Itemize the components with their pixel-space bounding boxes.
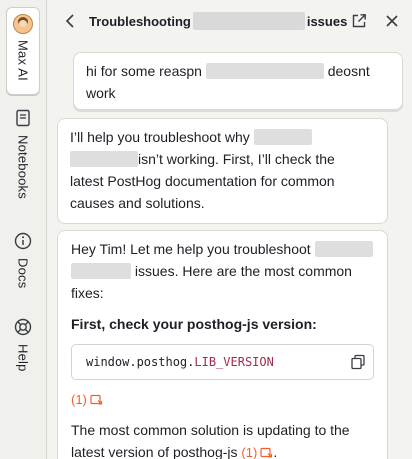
lifebuoy-icon <box>14 318 32 336</box>
message-text: deosnt <box>327 63 370 79</box>
open-external-button[interactable] <box>345 7 373 35</box>
info-icon <box>14 232 32 250</box>
message-line: latest PostHog documentation for common <box>70 173 335 189</box>
conversation-title: Troubleshooting issues <box>89 12 347 30</box>
message-text: latest version of posthog-js <box>71 444 238 459</box>
rail-tab-max-ai[interactable]: Max AI <box>6 7 40 95</box>
message-line: fixes: <box>71 285 104 301</box>
rail-label: Help <box>15 344 31 372</box>
message-text: issues. Here are the most common <box>134 263 352 279</box>
message-text: hi for some reaspn <box>86 63 202 79</box>
rail-label: Docs <box>15 258 31 289</box>
assistant-message: Hey Tim! Let me help you troubleshoot is… <box>57 230 388 459</box>
redacted-block <box>71 263 131 279</box>
citation-link[interactable]: (1) <box>241 442 273 459</box>
sidebar-rail: Max AI Notebooks Docs Help <box>0 0 47 459</box>
panel-header: Troubleshooting issues <box>48 0 412 42</box>
section-heading: First, check your posthog-js version: <box>71 316 317 332</box>
message-line: issues. Here are the most common <box>71 260 374 282</box>
message-line: Hey Tim! Let me help you troubleshoot <box>71 238 374 260</box>
message-text: . <box>273 444 278 459</box>
back-button[interactable] <box>55 6 85 36</box>
redacted-block <box>192 12 305 30</box>
message-line: work <box>86 85 116 101</box>
title-end: issues <box>306 13 348 29</box>
external-link-icon <box>352 14 366 28</box>
rail-label: Notebooks <box>15 135 31 199</box>
redacted-block <box>70 151 138 167</box>
message-text: Hey Tim! Let me help you troubleshoot <box>71 241 311 257</box>
code-object: window.posthog. <box>86 355 195 369</box>
user-message: hi for some reaspn deosnt work <box>73 52 403 110</box>
rail-tab-help[interactable]: Help <box>6 318 40 380</box>
copy-icon[interactable] <box>350 354 366 370</box>
close-button[interactable] <box>378 7 406 35</box>
assistant-message: I’ll help you troubleshoot why isn’t wor… <box>57 118 388 224</box>
redacted-block <box>314 241 373 257</box>
message-line: The most common solution is updating to … <box>71 422 350 438</box>
redacted-block <box>253 129 312 145</box>
rail-tab-notebooks[interactable]: Notebooks <box>6 109 40 209</box>
message-line: hi for some reaspn deosnt <box>86 60 390 82</box>
chevron-left-icon <box>65 14 74 28</box>
citation-icon <box>90 394 102 405</box>
rail-tab-docs[interactable]: Docs <box>6 232 40 296</box>
message-line: I’ll help you troubleshoot why <box>70 126 375 148</box>
message-line: causes and solutions. <box>70 195 205 211</box>
citation-number: (1) <box>71 392 87 407</box>
avatar-icon <box>13 14 33 34</box>
citation-link[interactable]: (1) <box>71 389 103 411</box>
notebook-icon <box>16 109 30 127</box>
message-text: I’ll help you troubleshoot why <box>70 129 250 145</box>
code-property: LIB_VERSION <box>194 355 274 369</box>
message-line: isn’t working. First, I’ll check the <box>70 148 375 170</box>
citation-icon <box>260 447 273 458</box>
code-block: window.posthog.LIB_VERSION <box>71 344 374 380</box>
message-text: isn’t working. First, I’ll check the <box>138 151 335 167</box>
citation-number: (1) <box>241 445 258 459</box>
redacted-block <box>205 63 324 79</box>
close-icon <box>386 15 398 27</box>
title-start: Troubleshooting <box>89 13 191 29</box>
citation-row: (1) <box>71 388 374 411</box>
message-line: latest version of posthog-js (1) . <box>71 441 374 459</box>
rail-label: Max AI <box>15 40 31 81</box>
